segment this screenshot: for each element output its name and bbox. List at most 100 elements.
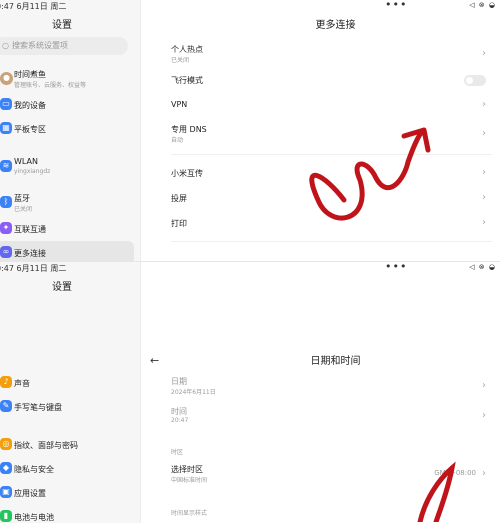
sidebar-item-label: 平板专区 xyxy=(14,125,46,134)
status-icons: ◁ ⊗ ◒ xyxy=(469,1,496,9)
sidebar-item-label: 手写笔与键盘 xyxy=(14,403,62,412)
sidebar-item-battery[interactable]: ▮ 电池与电池 xyxy=(0,505,134,523)
sidebar-item-label: 应用设置 xyxy=(14,489,46,498)
sidebar-item-tablet[interactable]: ▦ 平板专区 xyxy=(0,117,134,141)
status-bar: ••• ◁ ⊗ ◒ xyxy=(141,262,500,276)
airplane-mode-toggle[interactable] xyxy=(464,75,486,86)
chevron-right-icon: › xyxy=(482,380,486,391)
pen-icon: ✎ xyxy=(0,400,12,412)
row-mi-share[interactable]: 小米互传 › xyxy=(171,161,492,185)
row-label: 投屏 xyxy=(171,194,187,203)
fingerprint-icon: ◎ xyxy=(0,438,12,450)
row-sub: 中国标准时间 xyxy=(171,477,208,484)
row-label: VPN xyxy=(171,100,188,109)
row-label: 飞行模式 xyxy=(171,76,203,85)
row-label: 选择时区 xyxy=(171,465,203,474)
section-header-time-format: 时间显示样式 xyxy=(171,510,208,517)
status-icons: ◁ ⊗ ◒ xyxy=(469,263,496,271)
row-cast[interactable]: 投屏 › xyxy=(171,186,492,210)
search-input[interactable]: ○ 搜索系统设置项 xyxy=(0,37,128,55)
status-bar: 0:47 6月11日 周二 xyxy=(0,0,140,14)
divider xyxy=(171,241,492,242)
sidebar-item-sub: yingxiangdz xyxy=(14,168,51,175)
chevron-right-icon: › xyxy=(482,128,486,139)
page-title: 日期和时间 xyxy=(310,356,361,367)
settings-window-date-time: 0:47 6月11日 周二 设置 ♪ 声音 ✎ 手写笔与键盘 ◎ 指纹、面部与密… xyxy=(0,261,500,523)
sidebar-title: 设置 xyxy=(52,20,72,31)
avatar: ● xyxy=(0,72,13,85)
sidebar-item-my-device[interactable]: ▭ 我的设备 xyxy=(0,93,134,117)
row-label: 日期 xyxy=(171,377,187,386)
row-vpn[interactable]: VPN › xyxy=(171,93,492,117)
window-handle[interactable]: ••• xyxy=(385,0,407,10)
settings-sidebar: 0:47 6月11日 周二 设置 ○ 搜索系统设置项 ● 时间煮鱼 管理账号、云… xyxy=(0,0,141,261)
link-icon: ∞ xyxy=(0,246,12,258)
sidebar-item-privacy[interactable]: ◆ 隐私与安全 xyxy=(0,457,134,481)
chevron-right-icon: › xyxy=(482,217,486,228)
status-time: 0:47 6月11日 周二 xyxy=(0,264,67,273)
window-handle[interactable]: ••• xyxy=(385,262,407,272)
row-label: 打印 xyxy=(171,219,187,228)
sidebar-title: 设置 xyxy=(52,282,72,293)
row-sub: 自动 xyxy=(171,137,184,144)
row-hotspot[interactable]: 个人热点 已关闭 › xyxy=(171,42,492,66)
settings-sidebar: 0:47 6月11日 周二 设置 ♪ 声音 ✎ 手写笔与键盘 ◎ 指纹、面部与密… xyxy=(0,262,141,523)
row-label: 时间 xyxy=(171,407,187,416)
sidebar-item-account[interactable]: ● 时间煮鱼 管理账号、云服务、权益等 xyxy=(0,67,134,91)
sidebar-item-label: 指纹、面部与密码 xyxy=(14,441,78,450)
chevron-right-icon: › xyxy=(482,167,486,178)
chevron-right-icon: › xyxy=(482,192,486,203)
row-select-timezone[interactable]: 选择时区 中国标准时间 GMT+08:00 › xyxy=(171,462,492,486)
status-time: 0:47 6月11日 周二 xyxy=(0,2,67,11)
sidebar-item-label: 声音 xyxy=(14,379,30,388)
status-bar: 0:47 6月11日 周二 xyxy=(0,262,140,276)
sidebar-item-label: 时间煮鱼 xyxy=(14,70,46,79)
sidebar-item-wlan[interactable]: ≋ WLAN yingxiangdz xyxy=(0,155,134,179)
sidebar-item-label: 隐私与安全 xyxy=(14,465,54,474)
sidebar-item-stylus-keyboard[interactable]: ✎ 手写笔与键盘 xyxy=(0,395,134,419)
search-placeholder: 搜索系统设置项 xyxy=(12,41,68,50)
chevron-right-icon: › xyxy=(482,99,486,110)
settings-window-more-connections: 0:47 6月11日 周二 设置 ○ 搜索系统设置项 ● 时间煮鱼 管理账号、云… xyxy=(0,0,500,261)
tablet-icon: ▦ xyxy=(0,122,12,134)
chevron-right-icon: › xyxy=(482,468,486,479)
sidebar-item-label: WLAN xyxy=(14,157,39,166)
sidebar-item-more-connections[interactable]: ∞ 更多连接 xyxy=(0,241,134,261)
bluetooth-icon: ᛒ xyxy=(0,196,12,208)
rows-overflow-mask xyxy=(141,248,500,261)
sidebar-item-bluetooth[interactable]: ᛒ 蓝牙 已关闭 xyxy=(0,191,134,215)
more-connections-panel: ••• ◁ ⊗ ◒ 更多连接 个人热点 已关闭 › 飞行模式 VPN › 专用 … xyxy=(141,0,500,261)
row-airplane-mode[interactable]: 飞行模式 xyxy=(171,68,492,92)
apps-icon: ▣ xyxy=(0,486,12,498)
section-header-timezone: 时区 xyxy=(171,449,184,456)
divider xyxy=(171,154,492,155)
chevron-right-icon: › xyxy=(482,48,486,59)
speaker-icon: ♪ xyxy=(0,376,12,388)
row-print[interactable]: 打印 › xyxy=(171,211,492,235)
sidebar-item-sound[interactable]: ♪ 声音 xyxy=(0,371,134,395)
row-private-dns[interactable]: 专用 DNS 自动 › xyxy=(171,122,492,146)
row-sub: 20:47 xyxy=(171,417,189,424)
sidebar-item-label: 更多连接 xyxy=(14,249,46,258)
sidebar-item-apps[interactable]: ▣ 应用设置 xyxy=(0,481,134,505)
row-sub: 已关闭 xyxy=(171,57,190,64)
sidebar-item-fingerprint[interactable]: ◎ 指纹、面部与密码 xyxy=(0,433,134,457)
sidebar-item-sub: 已关闭 xyxy=(14,206,33,213)
wifi-icon: ≋ xyxy=(0,160,12,172)
row-label: 个人热点 xyxy=(171,45,203,54)
sidebar-item-label: 互联互通 xyxy=(14,225,46,234)
interconnect-icon: ✦ xyxy=(0,222,12,234)
row-label: 专用 DNS xyxy=(171,125,207,134)
device-icon: ▭ xyxy=(0,98,12,110)
chevron-right-icon: › xyxy=(482,410,486,421)
row-label: 小米互传 xyxy=(171,169,203,178)
status-bar: ••• ◁ ⊗ ◒ xyxy=(141,0,500,14)
sidebar-item-label: 我的设备 xyxy=(14,101,46,110)
row-time[interactable]: 时间 20:47 › xyxy=(171,404,492,428)
sidebar-item-sub: 管理账号、云服务、权益等 xyxy=(14,82,87,89)
sidebar-item-label: 电池与电池 xyxy=(14,513,54,522)
row-sub: 2024年6月11日 xyxy=(171,389,216,396)
sidebar-item-label: 蓝牙 xyxy=(14,194,30,203)
row-date[interactable]: 日期 2024年6月11日 › xyxy=(171,374,492,398)
sidebar-item-interconnect[interactable]: ✦ 互联互通 xyxy=(0,217,134,241)
